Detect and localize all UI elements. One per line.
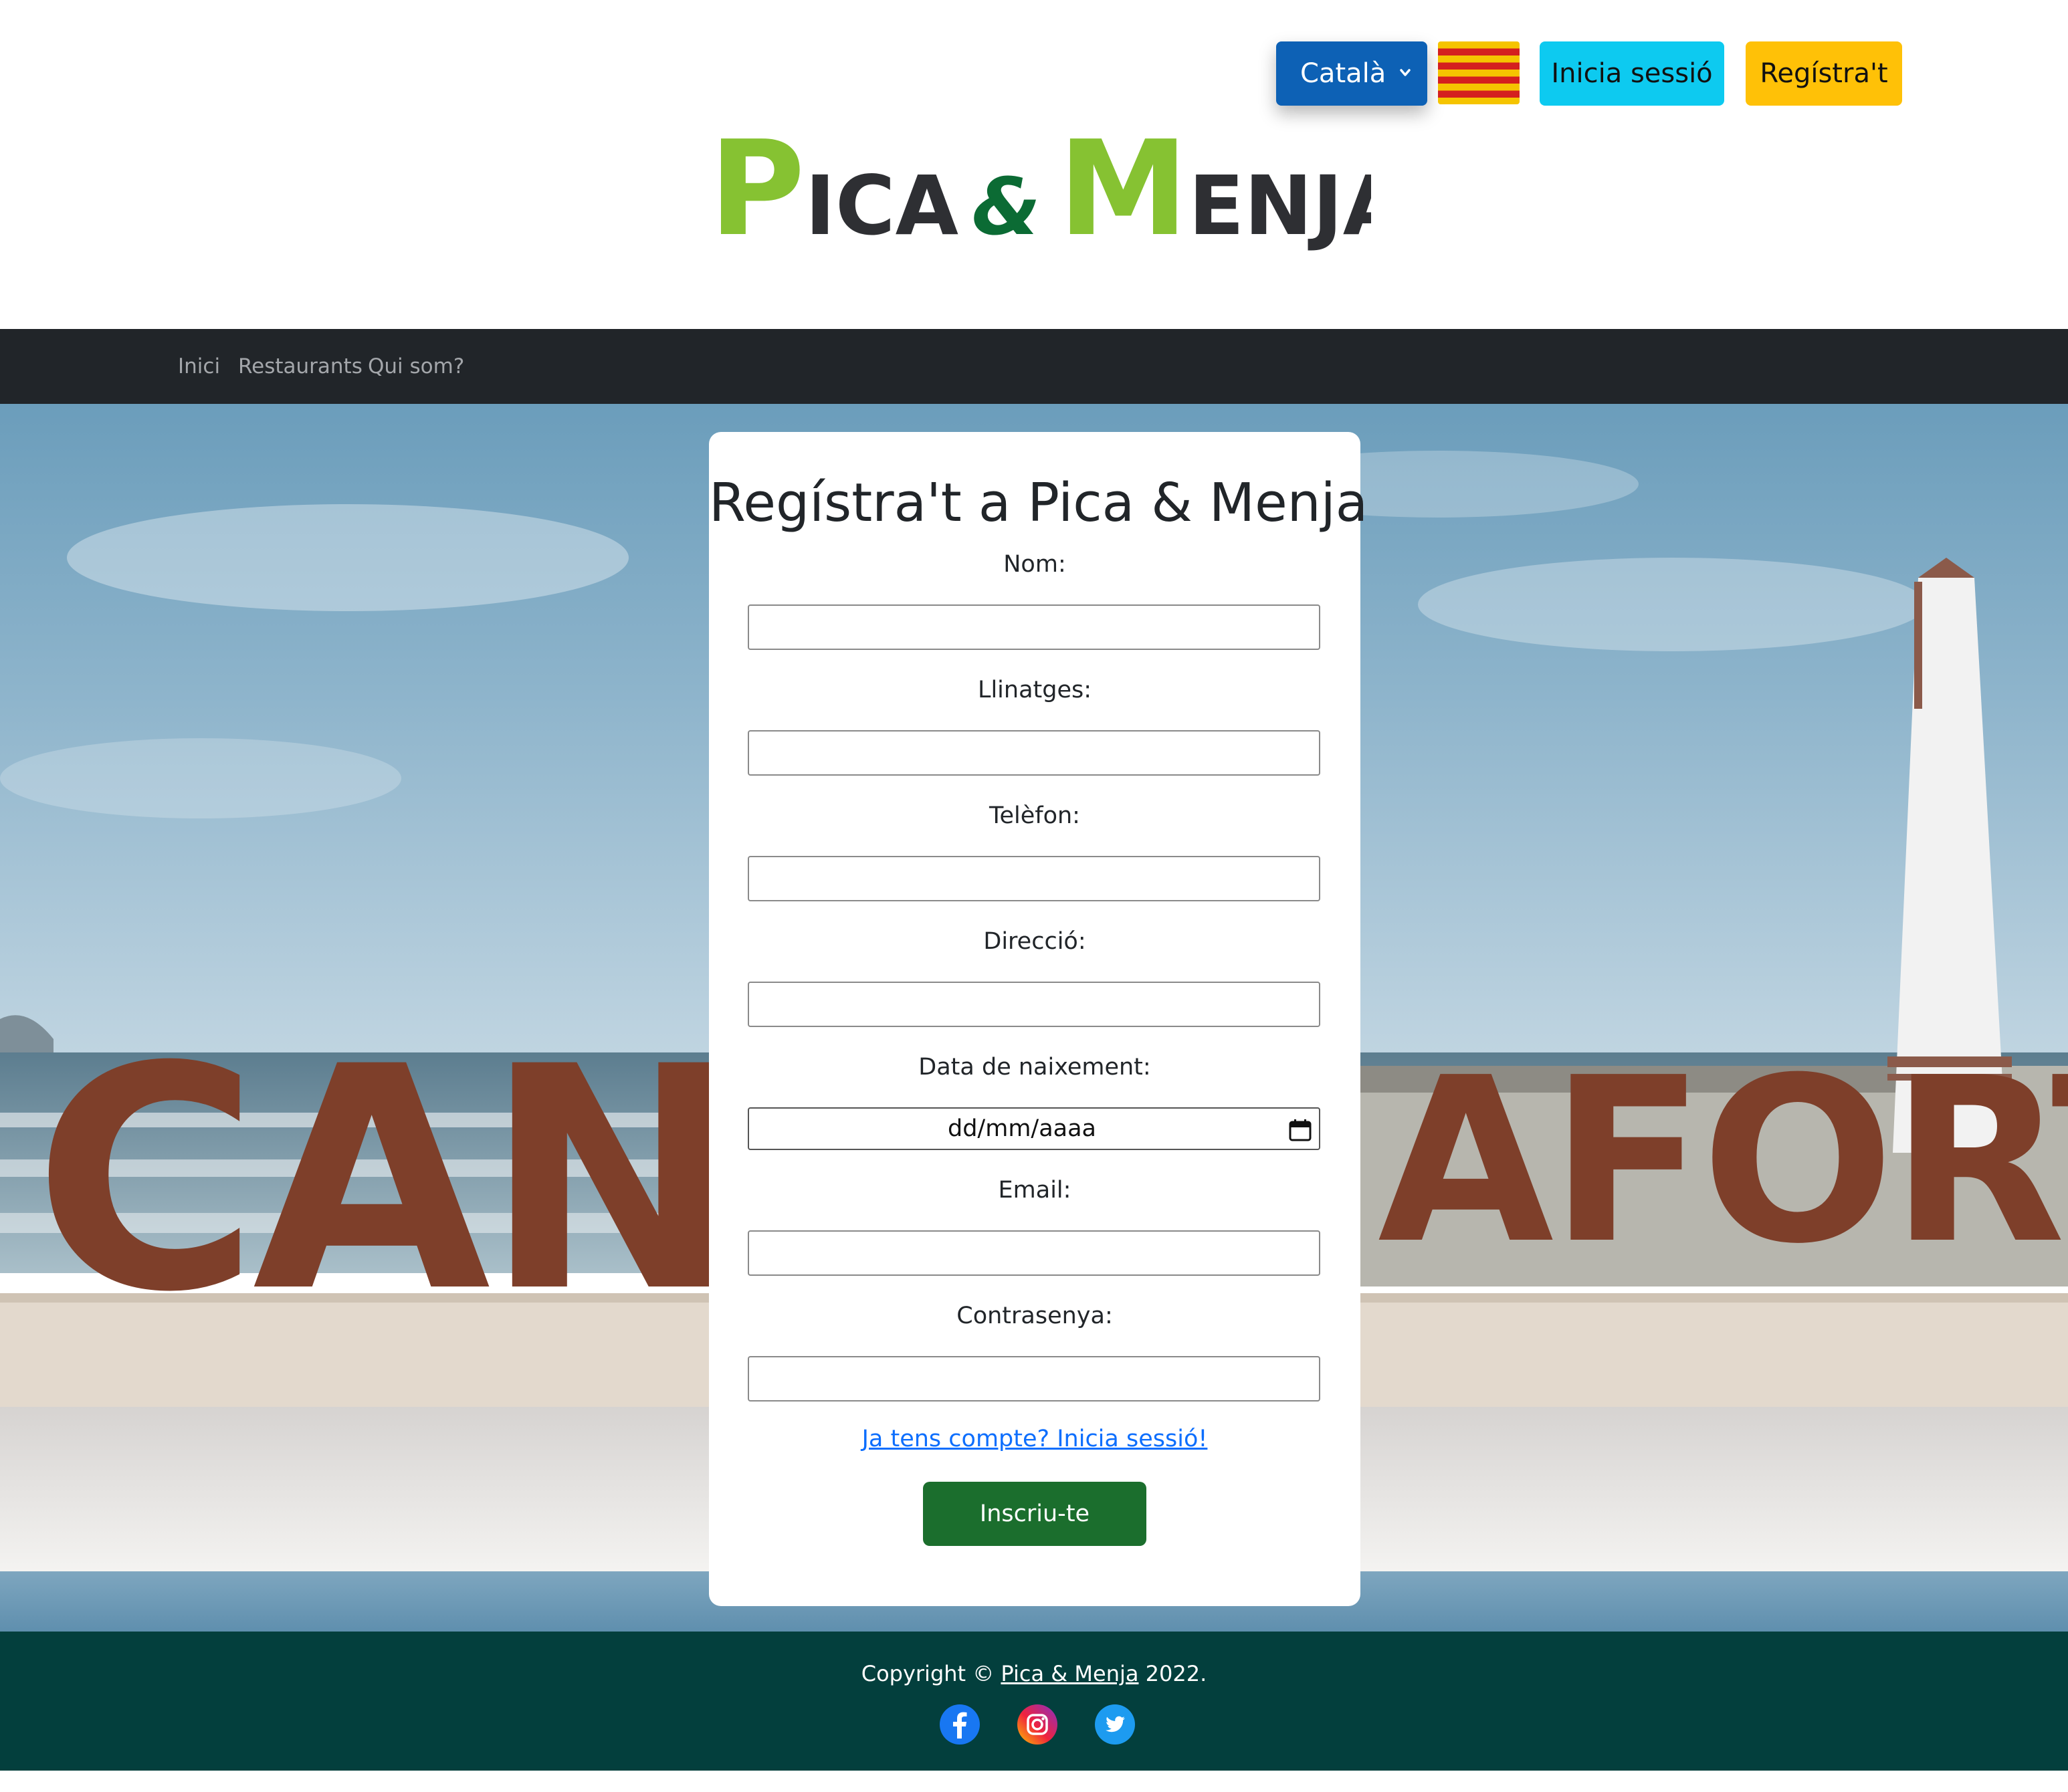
telefon-input[interactable]	[748, 856, 1320, 901]
direccio-input[interactable]	[748, 982, 1320, 1027]
signup-submit-button[interactable]: Inscriu-te	[923, 1482, 1146, 1546]
logo-initial-m: M	[1058, 127, 1188, 254]
site-header: Català Inicia sessió Regístra't PICA & MEN…	[0, 0, 2068, 329]
instagram-icon[interactable]	[1017, 1704, 1058, 1745]
contrasenya-input[interactable]	[748, 1356, 1320, 1402]
nav-item-restaurants[interactable]: Restaurants	[238, 329, 363, 404]
site-logo[interactable]: PICA&MENJA	[709, 127, 1371, 254]
sign-letters-right: AFORT	[1378, 1029, 2068, 1294]
llinatges-input[interactable]	[748, 730, 1320, 776]
catalan-flag-icon	[1438, 41, 1520, 104]
login-button-label: Inicia sessió	[1551, 58, 1713, 89]
logo-initial-p: P	[709, 127, 805, 254]
copyright-text: Copyright © Pica & Menja 2022.	[0, 1661, 2068, 1686]
email-input[interactable]	[748, 1230, 1320, 1276]
twitter-icon[interactable]	[1094, 1704, 1136, 1745]
footer-brand-link[interactable]: Pica & Menja	[1001, 1661, 1138, 1686]
signup-submit-label: Inscriu-te	[979, 1500, 1090, 1527]
logo-ampersand: &	[972, 160, 1041, 253]
main-navbar: Inici Restaurants Qui som?	[0, 329, 2068, 404]
copyright-prefix: Copyright ©	[861, 1661, 1001, 1686]
copyright-year: 2022.	[1138, 1661, 1207, 1686]
nav-item-inici[interactable]: Inici	[178, 329, 220, 404]
form-title: Regístra't a Pica & Menja	[709, 472, 1368, 534]
label-email: Email:	[998, 1177, 1071, 1204]
register-button[interactable]: Regístra't	[1746, 41, 1902, 106]
label-telefon: Telèfon:	[989, 802, 1080, 829]
data-naixement-input[interactable]: dd/mm/aaaa	[748, 1107, 1320, 1150]
nom-input[interactable]	[748, 604, 1320, 650]
login-button[interactable]: Inicia sessió	[1540, 41, 1724, 106]
chevron-down-icon	[1400, 69, 1411, 76]
date-placeholder: dd/mm/aaaa	[948, 1115, 1096, 1142]
label-data-naixement: Data de naixement:	[918, 1054, 1151, 1081]
register-form-card: Regístra't a Pica & Menja Nom: Llinatges…	[709, 432, 1368, 1606]
label-llinatges: Llinatges:	[977, 677, 1092, 703]
register-button-label: Regístra't	[1760, 58, 1888, 89]
nav-item-qui-som[interactable]: Qui som?	[368, 329, 464, 404]
calendar-icon[interactable]	[1288, 1118, 1312, 1142]
facebook-icon[interactable]	[939, 1704, 980, 1745]
logo-word-ica: ICA	[805, 158, 958, 253]
svg-text:PICA&MENJA: PICA&MENJA	[709, 127, 1371, 254]
site-footer: Copyright © Pica & Menja 2022.	[0, 1632, 2068, 1771]
language-select[interactable]: Català	[1276, 41, 1427, 106]
label-nom: Nom:	[1003, 551, 1066, 578]
label-direccio: Direcció:	[983, 928, 1086, 955]
language-select-value: Català	[1300, 58, 1386, 89]
already-have-account-link[interactable]: Ja tens compte? Inicia sessió!	[709, 1426, 1360, 1452]
label-contrasenya: Contrasenya:	[956, 1303, 1113, 1329]
logo-word-enja: ENJA	[1188, 158, 1371, 253]
